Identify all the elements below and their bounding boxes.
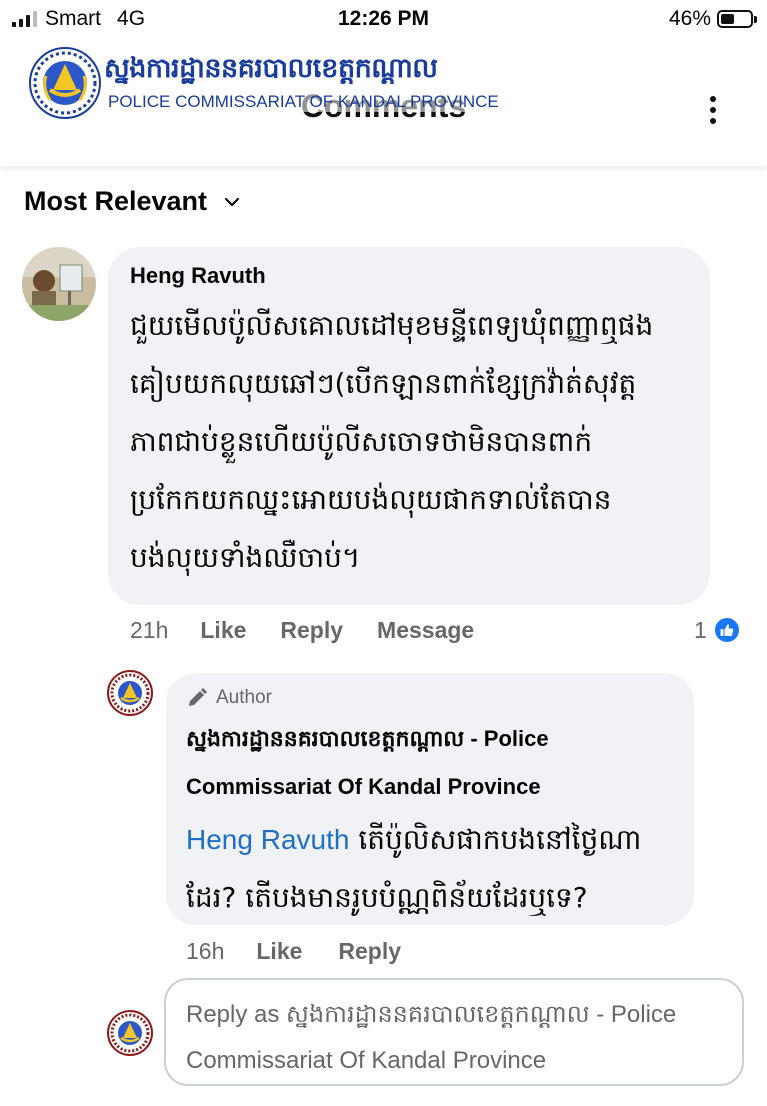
- comment-line: បង់លុយទាំងឈឺចាប់។: [130, 541, 361, 574]
- sort-dropdown[interactable]: Most Relevant: [24, 186, 241, 217]
- comment-line: គៀបយកលុយឆៅៗ(បើកឡានពាក់ខ្សែក្រវ៉ាត់សុវត្ត: [130, 367, 637, 400]
- reply-input[interactable]: Reply as ស្នងការដ្ឋាននគរបាលខេត្តកណ្តាល -…: [164, 978, 744, 1086]
- reply-button[interactable]: Reply: [280, 617, 343, 644]
- like-button[interactable]: Like: [200, 617, 246, 644]
- reply-input-placeholder: Commissariat Of Kandal Province: [186, 1047, 547, 1074]
- like-reaction-icon: [712, 616, 741, 644]
- comment-author-name[interactable]: Heng Ravuth: [130, 263, 688, 289]
- reply-author-line: ស្នងការដ្ឋាននគរបាលខេត្តកណ្តាល - Police: [186, 726, 549, 751]
- watermark-english-text: POLICE COMMISSARIAT OF KANDAL PROVINCE: [106, 92, 501, 112]
- comment-line: ប្រកែកយកឈ្នះអោយបង់លុយផាកទាល់តែបាន: [130, 483, 612, 516]
- police-page-avatar[interactable]: [107, 670, 153, 716]
- reply-button[interactable]: Reply: [338, 938, 401, 965]
- status-time: 12:26 PM: [337, 7, 430, 30]
- reply-text-line: ដែរ? តើបងមានរូបបំណ្ណពិន័យដែរឬទេ?: [186, 881, 588, 914]
- reply-input-placeholder: Reply as ស្នងការដ្ឋាននគរបាលខេត្តកណ្តាល -…: [186, 1001, 677, 1028]
- comments-header: Comments ស្នងការដ្ឋាននគរបាលខេត្តកណ្តាល P…: [0, 38, 767, 166]
- author-badge: Author: [186, 687, 674, 709]
- comment-line: ជួយមើលប៉ូលីសគោលដៅមុខមន្ទីពេទ្យឃុំពញ្ញាឮផ…: [130, 309, 654, 342]
- reply-timestamp: 16h: [186, 938, 225, 964]
- chevron-down-icon: [224, 197, 240, 206]
- more-options-icon[interactable]: [707, 96, 719, 124]
- reaction-count[interactable]: 1: [694, 616, 741, 644]
- message-button[interactable]: Message: [377, 617, 474, 644]
- sort-label: Most Relevant: [24, 186, 208, 216]
- reply-actions: 16h Like Reply: [186, 938, 437, 965]
- avatar-photo-image: [22, 247, 96, 321]
- comment-timestamp: 21h: [130, 617, 169, 643]
- reply-bubble[interactable]: Author ស្នងការដ្ឋាននគរបាលខេត្តកណ្តាល - P…: [166, 673, 694, 925]
- battery-level: [721, 14, 734, 24]
- avatar[interactable]: [22, 247, 96, 321]
- comment-line: ភាពជាប់ខ្លួនហើយប៉ូលីសចោទថាមិនបានពាក់: [130, 425, 593, 458]
- battery-icon: [717, 10, 757, 28]
- pencil-icon: [189, 688, 207, 706]
- police-page-avatar: [107, 1010, 153, 1056]
- status-bar: Smart 4G 12:26 PM 46%: [0, 0, 767, 38]
- comment-actions: 21h Like Reply Message: [130, 617, 508, 644]
- comment-text: ជួយមើលប៉ូលីសគោលដៅមុខមន្ទីពេទ្យឃុំពញ្ញាឮផ…: [130, 297, 688, 587]
- reply-text-line: តើប៉ូលិសផាកបងនៅថ្ងៃណា: [349, 823, 642, 856]
- police-logo-watermark: [29, 47, 101, 119]
- reply-author-name[interactable]: ស្នងការដ្ឋាននគរបាលខេត្តកណ្តាល - Police C…: [186, 715, 674, 811]
- reply-text: Heng Ravuth តើប៉ូលិសផាកបងនៅថ្ងៃណា ដែរ? ត…: [186, 811, 674, 927]
- reply-author-line: Commissariat Of Kandal Province: [186, 774, 541, 799]
- battery-percent: 46%: [668, 7, 711, 30]
- watermark-khmer-text: ស្នងការដ្ឋាននគរបាលខេត្តកណ្តាល: [104, 53, 438, 84]
- author-badge-label: Author: [216, 687, 272, 708]
- comment-bubble[interactable]: Heng Ravuth ជួយមើលប៉ូលីសគោលដៅមុខមន្ទីពេទ…: [108, 247, 710, 605]
- status-right: 46%: [668, 7, 757, 31]
- mention-link[interactable]: Heng Ravuth: [186, 824, 349, 855]
- like-button[interactable]: Like: [256, 938, 302, 965]
- reaction-count-number: 1: [694, 616, 707, 643]
